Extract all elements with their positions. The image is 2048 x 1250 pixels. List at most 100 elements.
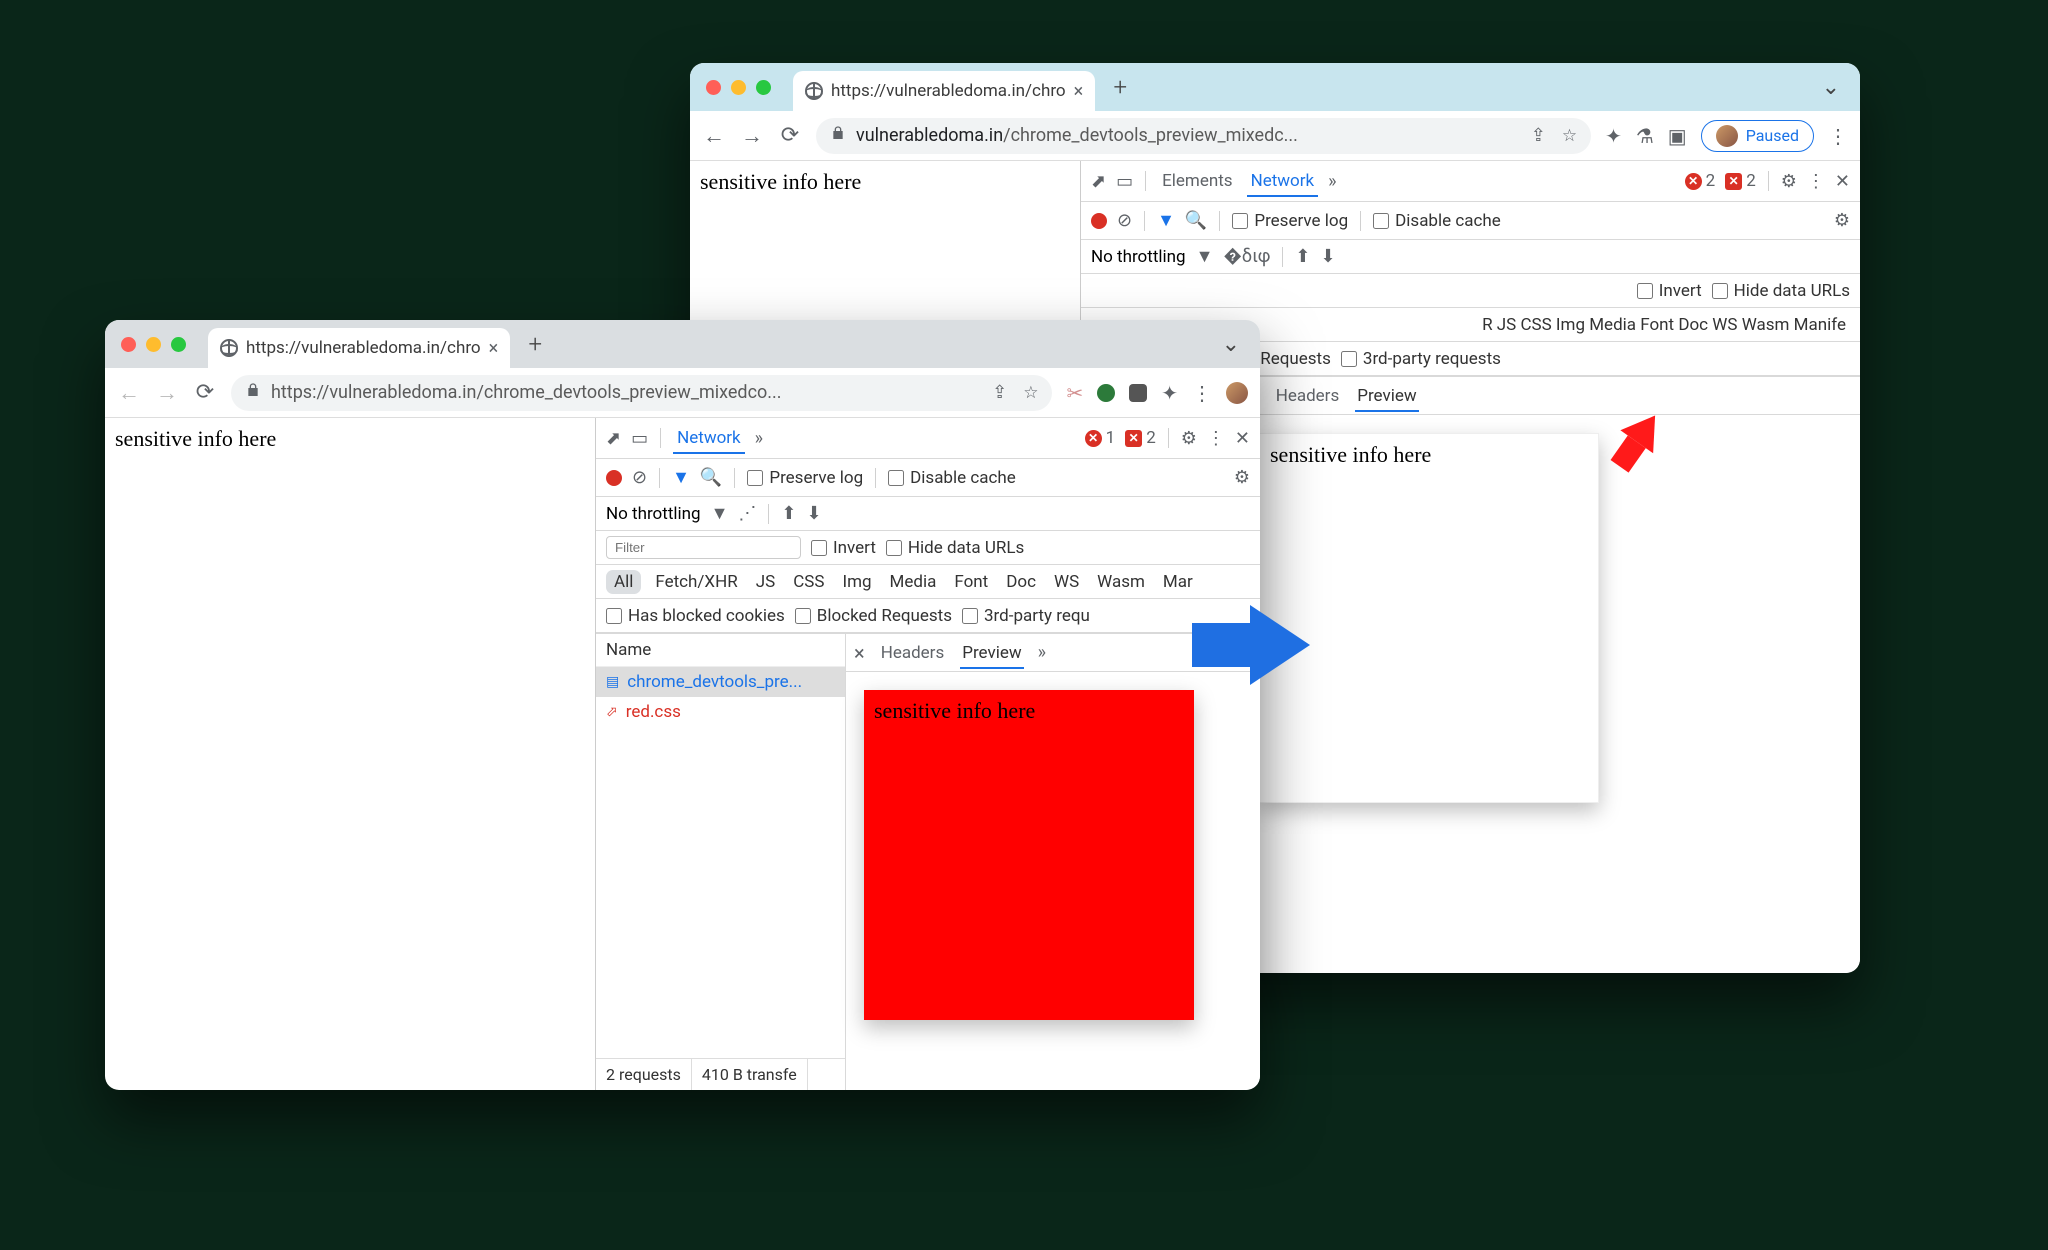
maximize-window-icon[interactable] — [171, 337, 186, 352]
puzzle-icon[interactable]: ✦ — [1605, 124, 1622, 148]
device-icon[interactable]: ▭ — [631, 428, 648, 449]
avatar-icon[interactable] — [1226, 382, 1248, 404]
upload-icon[interactable]: ⬆ — [1295, 246, 1310, 267]
tab-elements[interactable]: Elements — [1158, 165, 1236, 197]
inspect-icon[interactable]: ⬈ — [1091, 171, 1106, 192]
hide-urls-checkbox[interactable]: Hide data URLs — [886, 538, 1024, 558]
record-icon[interactable] — [1091, 213, 1107, 229]
close-details-icon[interactable]: × — [854, 641, 865, 665]
filter-tag[interactable]: Mar — [1159, 570, 1197, 594]
share-icon[interactable]: ⇪ — [1531, 125, 1546, 146]
upload-icon[interactable]: ⬆ — [781, 503, 796, 524]
back-button[interactable]: ← — [117, 380, 141, 406]
device-icon[interactable]: ▭ — [1116, 171, 1133, 192]
scissors-icon[interactable]: ✂ — [1066, 381, 1083, 405]
request-row[interactable]: ⬀ red.css — [596, 697, 845, 727]
filter-tag[interactable]: Doc — [1002, 570, 1040, 594]
subtab-preview[interactable]: Preview — [960, 637, 1023, 669]
maximize-window-icon[interactable] — [756, 80, 771, 95]
panel-icon[interactable]: ▣ — [1668, 124, 1687, 148]
close-devtools-icon[interactable]: ✕ — [1235, 428, 1250, 449]
minimize-window-icon[interactable] — [146, 337, 161, 352]
browser-tab[interactable]: https://vulnerabledoma.in/chro × — [793, 71, 1095, 111]
column-header-name[interactable]: Name — [596, 634, 845, 667]
share-icon[interactable]: ⇪ — [992, 382, 1007, 403]
kebab-icon[interactable]: ⋮ — [1207, 428, 1225, 449]
lab-icon[interactable]: ⚗ — [1636, 124, 1654, 148]
close-window-icon[interactable] — [706, 80, 721, 95]
new-tab-button[interactable]: + — [518, 327, 552, 361]
error-badge[interactable]: ✕2 — [1685, 171, 1716, 191]
clear-icon[interactable]: ⊘ — [632, 467, 647, 488]
invert-checkbox[interactable]: Invert — [1637, 281, 1702, 301]
filter-tag[interactable]: CSS — [789, 570, 828, 594]
inspect-icon[interactable]: ⬈ — [606, 428, 621, 449]
new-tab-button[interactable]: + — [1103, 70, 1137, 104]
blocked-requests-checkbox[interactable]: Blocked Requests — [795, 606, 952, 626]
wifi-icon[interactable]: �διφ — [1223, 246, 1270, 267]
gear-icon[interactable]: ⚙ — [1834, 210, 1850, 231]
chevron-down-icon[interactable]: ▼ — [1196, 246, 1214, 267]
tab-network[interactable]: Network — [1247, 165, 1319, 197]
subtab-headers[interactable]: Headers — [1274, 380, 1342, 412]
download-icon[interactable]: ⬇ — [1320, 246, 1335, 267]
search-icon[interactable]: 🔍 — [700, 467, 722, 488]
filter-tag[interactable]: Fetch/XHR — [651, 570, 741, 594]
filter-tag[interactable]: WS — [1050, 570, 1083, 594]
puzzle-icon[interactable]: ✦ — [1161, 381, 1178, 405]
filter-tag-all[interactable]: All — [606, 570, 641, 594]
wifi-icon[interactable]: ⋰ — [738, 503, 756, 524]
third-party-checkbox[interactable]: 3rd-party requ — [962, 606, 1090, 626]
filter-tag[interactable]: JS — [752, 570, 779, 594]
gear-icon[interactable]: ⚙ — [1181, 428, 1197, 449]
filter-tag[interactable]: Wasm — [1093, 570, 1149, 594]
request-row[interactable]: ▤ chrome_devtools_pre... — [596, 667, 845, 697]
close-window-icon[interactable] — [121, 337, 136, 352]
chevron-down-icon[interactable]: ▼ — [711, 503, 729, 524]
address-bar[interactable]: vulnerabledoma.in/chrome_devtools_previe… — [816, 118, 1591, 154]
issue-badge[interactable]: ✕2 — [1125, 428, 1156, 448]
tab-overflow-icon[interactable]: ⌄ — [1822, 75, 1850, 100]
filter-tags-fragment[interactable]: R JS CSS Img Media Font Doc WS Wasm Mani… — [1478, 313, 1850, 337]
error-badge[interactable]: ✕1 — [1085, 428, 1116, 448]
filter-tag[interactable]: Font — [950, 570, 992, 594]
tab-overflow-icon[interactable]: ⌄ — [1222, 332, 1250, 357]
subtab-headers[interactable]: Headers — [879, 637, 947, 669]
tabs-overflow-icon[interactable]: » — [755, 428, 763, 449]
throttling-select[interactable]: No throttling — [606, 504, 701, 524]
minimize-window-icon[interactable] — [731, 80, 746, 95]
gear-icon[interactable]: ⚙ — [1781, 171, 1797, 192]
close-devtools-icon[interactable]: ✕ — [1835, 171, 1850, 192]
extension-icon[interactable] — [1129, 384, 1147, 402]
filter-icon[interactable]: ▼ — [672, 467, 690, 488]
tab-network[interactable]: Network — [673, 422, 745, 454]
forward-button[interactable]: → — [740, 123, 764, 149]
profile-paused-chip[interactable]: Paused — [1701, 120, 1814, 152]
download-icon[interactable]: ⬇ — [807, 503, 822, 524]
filter-tag[interactable]: Media — [886, 570, 941, 594]
close-tab-icon[interactable]: × — [1074, 81, 1084, 102]
disable-cache-checkbox[interactable]: Disable cache — [888, 468, 1016, 488]
filter-tag[interactable]: Img — [838, 570, 875, 594]
reload-button[interactable]: ⟳ — [193, 380, 217, 405]
filter-icon[interactable]: ▼ — [1157, 210, 1175, 231]
browser-tab[interactable]: https://vulnerabledoma.in/chro × — [208, 328, 510, 368]
subtab-preview[interactable]: Preview — [1355, 380, 1418, 412]
preserve-log-checkbox[interactable]: Preserve log — [1232, 211, 1348, 231]
search-icon[interactable]: 🔍 — [1185, 210, 1207, 231]
menu-icon[interactable]: ⋮ — [1828, 124, 1848, 148]
issue-badge[interactable]: ✕2 — [1725, 171, 1756, 191]
invert-checkbox[interactable]: Invert — [811, 538, 876, 558]
clear-icon[interactable]: ⊘ — [1117, 210, 1132, 231]
back-button[interactable]: ← — [702, 123, 726, 149]
gear-icon[interactable]: ⚙ — [1234, 467, 1250, 488]
third-party-checkbox[interactable]: 3rd-party requests — [1341, 349, 1501, 369]
extension-icon[interactable] — [1097, 384, 1115, 402]
record-icon[interactable] — [606, 470, 622, 486]
hide-urls-checkbox[interactable]: Hide data URLs — [1712, 281, 1850, 301]
blocked-cookies-checkbox[interactable]: Has blocked cookies — [606, 606, 785, 626]
kebab-icon[interactable]: ⋮ — [1192, 381, 1212, 405]
forward-button[interactable]: → — [155, 380, 179, 406]
kebab-icon[interactable]: ⋮ — [1807, 171, 1825, 192]
close-tab-icon[interactable]: × — [489, 338, 499, 359]
